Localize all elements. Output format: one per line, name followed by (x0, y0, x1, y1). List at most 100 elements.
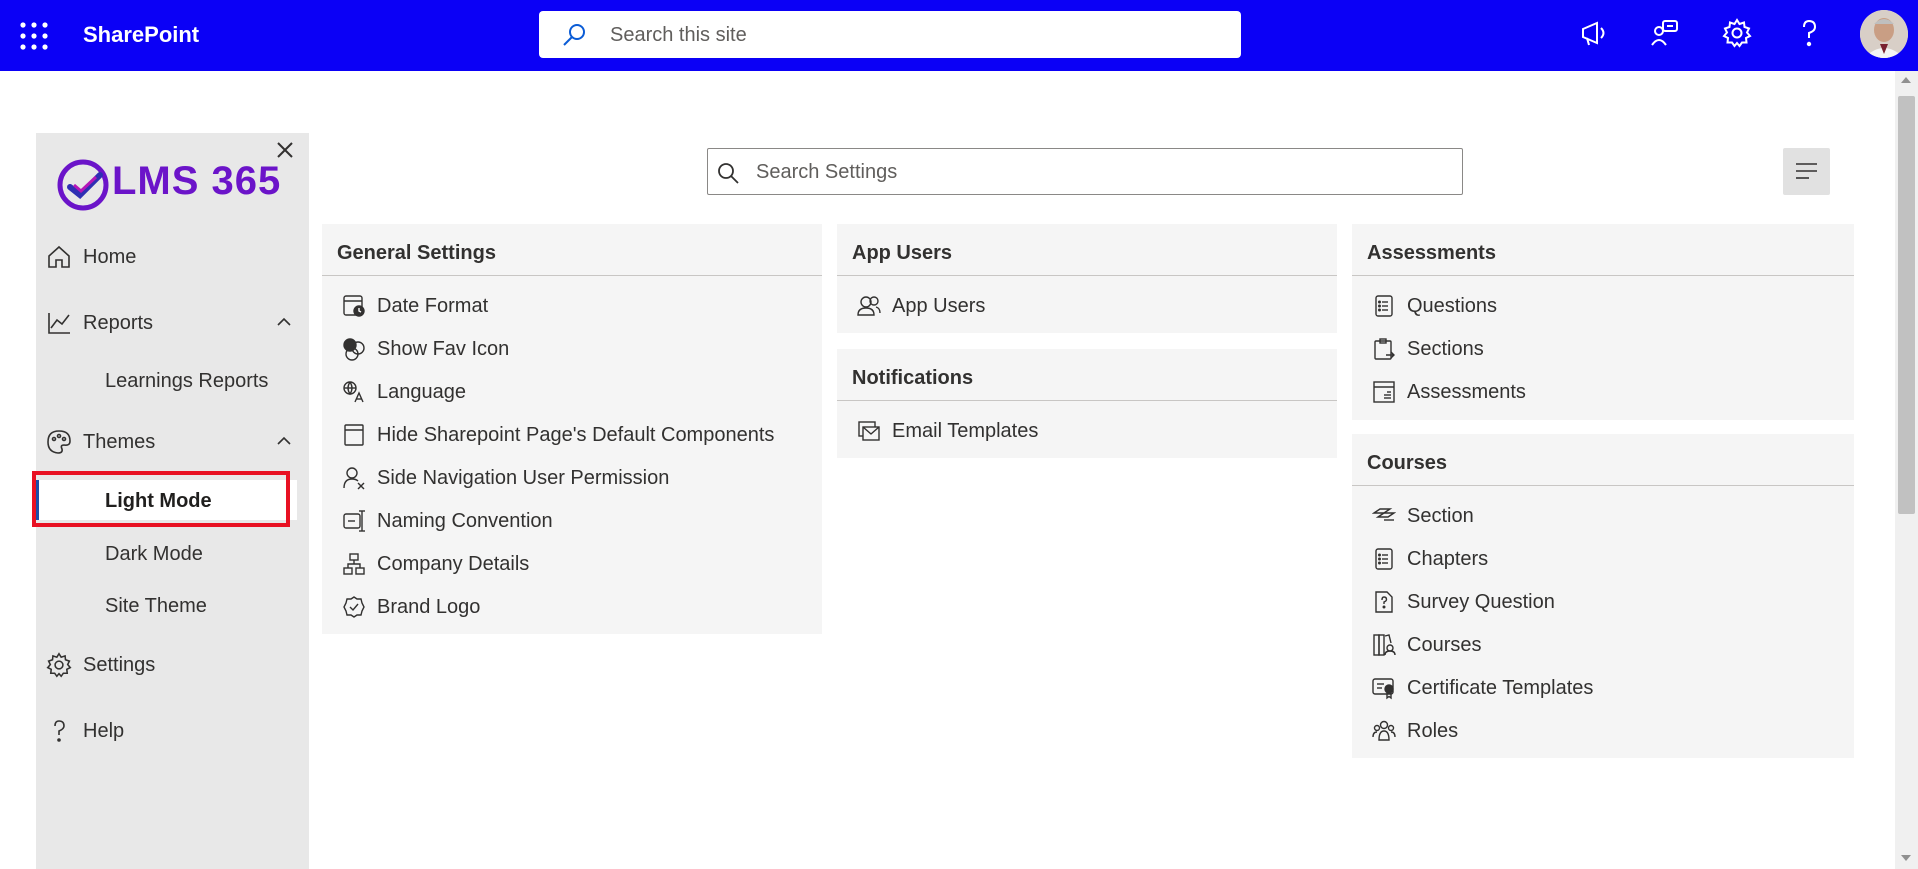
lms365-logo-mark-icon (57, 159, 109, 211)
setting-label: Hide Sharepoint Page's Default Component… (377, 424, 775, 446)
close-icon[interactable] (274, 139, 296, 161)
document-question-icon (1372, 590, 1396, 614)
setting-label: Company Details (377, 553, 530, 575)
setting-label: Date Format (377, 295, 489, 317)
sidebar-item-themes[interactable]: Themes (36, 419, 309, 463)
courses-card: Courses Section Chapters Survey Question… (1352, 434, 1854, 758)
page-layout-icon (342, 423, 366, 447)
chevron-up-icon[interactable] (276, 314, 292, 330)
sidebar-item-label: Themes (83, 431, 156, 453)
sidebar-item-dark-mode[interactable]: Dark Mode (36, 533, 309, 573)
library-person-icon (1372, 633, 1396, 657)
assessment-layout-icon (1372, 380, 1396, 404)
sharepoint-header: SharePoint Search this site (0, 0, 1918, 71)
setting-label: Brand Logo (377, 596, 481, 618)
chevron-up-icon[interactable] (276, 433, 292, 449)
setting-label: Naming Convention (377, 510, 553, 532)
sidebar-item-learnings-reports[interactable]: Learnings Reports (36, 360, 309, 400)
scroll-down-arrow-icon[interactable] (1901, 855, 1911, 861)
list-document-icon (1372, 547, 1396, 571)
home-icon (46, 244, 72, 270)
user-remove-icon (342, 466, 366, 490)
setting-label: Side Navigation User Permission (377, 467, 670, 489)
setting-label: Courses (1407, 634, 1482, 656)
help-question-icon[interactable] (1794, 18, 1828, 52)
site-search-input[interactable]: Search this site (539, 11, 1241, 58)
sharepoint-brand[interactable]: SharePoint (83, 22, 199, 48)
lms365-logo-text: LMS 365 (112, 159, 282, 203)
feedback-icon[interactable] (1650, 18, 1684, 52)
palette-icon (46, 429, 72, 455)
org-chart-icon (342, 552, 366, 576)
sidebar-item-label: Dark Mode (105, 543, 203, 565)
sidebar-item-label: Home (83, 246, 137, 268)
site-search-placeholder: Search this site (610, 24, 747, 46)
certificate-icon (1372, 676, 1396, 700)
setting-label: App Users (892, 295, 986, 317)
card-title: Courses (1367, 452, 1448, 474)
scrollbar-thumb[interactable] (1898, 96, 1915, 514)
setting-label: Email Templates (892, 420, 1039, 442)
clipboard-arrow-icon (1372, 337, 1396, 361)
question-mark-icon (46, 718, 72, 744)
card-title: Notifications (852, 367, 974, 389)
calendar-clock-icon (342, 294, 366, 318)
badge-check-icon (342, 595, 366, 619)
setting-label: Language (377, 381, 466, 403)
setting-label: Survey Question (1407, 591, 1555, 613)
setting-label: Sections (1407, 338, 1484, 360)
people-team-icon (1372, 719, 1396, 743)
mail-templates-icon (857, 419, 881, 443)
scroll-up-arrow-icon[interactable] (1901, 77, 1911, 83)
sidebar-item-label: Learnings Reports (105, 370, 269, 392)
rename-icon (342, 509, 366, 533)
assessments-card: Assessments Questions Sections Assessmen… (1352, 224, 1854, 420)
stack-section-icon (1372, 504, 1396, 528)
sidebar-item-label: Reports (83, 312, 154, 334)
divider (837, 275, 1337, 276)
search-icon (561, 22, 587, 48)
megaphone-icon[interactable] (1579, 18, 1613, 52)
sidebar-item-reports[interactable]: Reports (36, 300, 309, 344)
card-title: Assessments (1367, 242, 1496, 264)
setting-label: Roles (1407, 720, 1459, 742)
sidebar-item-site-theme[interactable]: Site Theme (36, 585, 309, 625)
menu-lines-icon (1796, 163, 1817, 179)
settings-search-placeholder: Search Settings (756, 161, 898, 183)
sidebar-item-light-mode[interactable]: Light Mode (36, 480, 297, 520)
settings-gear-icon[interactable] (1722, 18, 1756, 52)
sidebar-item-label: Site Theme (105, 595, 207, 617)
setting-label: Questions (1407, 295, 1498, 317)
setting-label: Certificate Templates (1407, 677, 1594, 699)
user-avatar[interactable] (1860, 10, 1908, 58)
general-settings-card: General Settings Date Format Show Fav Ic… (322, 224, 822, 634)
sidebar-item-label: Settings (83, 654, 156, 676)
settings-search-input[interactable]: Search Settings (707, 148, 1463, 195)
divider (1352, 485, 1854, 486)
app-users-card: App Users App Users (837, 224, 1337, 333)
app-launcher-icon[interactable] (18, 20, 50, 52)
divider (322, 275, 822, 276)
setting-label: Chapters (1407, 548, 1489, 570)
divider (1352, 275, 1854, 276)
divider (837, 400, 1337, 401)
setting-label: Section (1407, 505, 1474, 527)
list-document-icon (1372, 294, 1396, 318)
notifications-card: Notifications Email Templates (837, 349, 1337, 458)
sidebar-item-settings[interactable]: Settings (36, 642, 309, 686)
page-scrollbar[interactable] (1895, 71, 1918, 869)
setting-label: Assessments (1407, 381, 1526, 403)
favicon-icon (342, 337, 366, 361)
sidebar-item-label: Light Mode (105, 490, 212, 512)
translate-icon (342, 380, 366, 404)
card-title: App Users (852, 242, 953, 264)
search-icon (716, 161, 740, 185)
menu-lines-button[interactable] (1783, 148, 1830, 195)
sidebar-item-label: Help (83, 720, 125, 742)
card-title: General Settings (337, 242, 496, 264)
sidebar-item-help[interactable]: Help (36, 708, 309, 752)
lms-sidebar: LMS 365 Home Reports Learnings Reports T… (36, 133, 309, 869)
gear-icon (46, 652, 72, 678)
sidebar-item-home[interactable]: Home (36, 234, 309, 278)
chart-line-icon (46, 310, 72, 336)
